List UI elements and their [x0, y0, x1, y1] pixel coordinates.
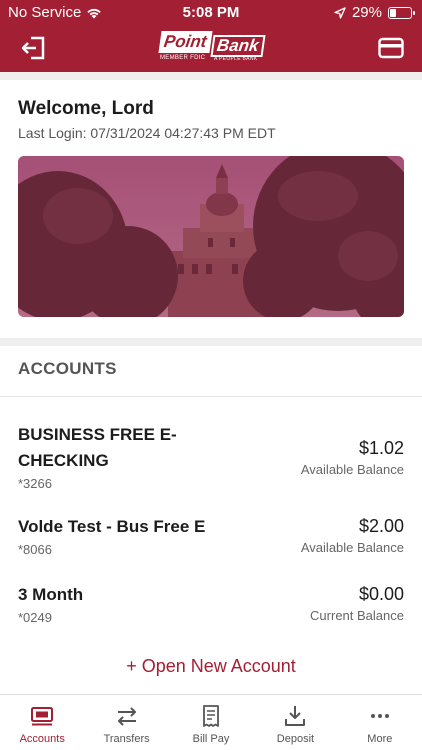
accounts-icon — [31, 707, 54, 726]
tab-label: Accounts — [19, 733, 65, 745]
account-name-line1: BUSINESS FREE E- — [18, 425, 177, 444]
app-header: Point Bank MEMBER FDIC A PEOPLE BANK — [0, 24, 422, 72]
last-login-text: Last Login: 07/31/2024 04:27:43 PM EDT — [18, 125, 276, 141]
status-bar: No Service 5:08 PM 29% — [0, 0, 422, 24]
account-name-line2: CHECKING — [18, 451, 109, 470]
account-row-business-checking[interactable]: BUSINESS FREE E- CHECKING *3266 $1.02 Av… — [18, 422, 404, 492]
welcome-card: Welcome, Lord Last Login: 07/31/2024 04:… — [0, 80, 422, 338]
logo-tagline: A PEOPLE BANK — [214, 56, 258, 62]
tab-accounts[interactable]: Accounts — [0, 695, 84, 750]
bank-logo: Point Bank MEMBER FDIC A PEOPLE BANK — [158, 31, 266, 65]
credit-card-icon[interactable] — [378, 37, 404, 59]
location-arrow-icon — [334, 6, 346, 19]
accounts-heading: ACCOUNTS — [18, 359, 117, 378]
divider — [0, 396, 422, 397]
more-icon — [370, 714, 389, 718]
courthouse-banner-image — [18, 156, 404, 317]
open-new-account-link[interactable]: + Open New Account — [0, 656, 422, 677]
account-balance-amount: $1.02 — [358, 438, 404, 458]
tab-deposit[interactable]: Deposit — [253, 695, 337, 750]
tab-bill-pay[interactable]: Bill Pay — [169, 695, 253, 750]
logo-point-text: Point — [158, 31, 213, 53]
bottom-tab-bar: Accounts Transfers Bill Pay Deposit More — [0, 694, 422, 750]
account-row-volde-test[interactable]: Volde Test - Bus Free E *8066 $2.00 Avai… — [18, 514, 404, 564]
welcome-title: Welcome, Lord — [18, 98, 154, 119]
tab-more[interactable]: More — [338, 695, 422, 750]
tab-label: Transfers — [103, 733, 150, 745]
deposit-icon — [285, 706, 306, 726]
account-balance-amount: $0.00 — [358, 584, 404, 604]
accounts-card: ACCOUNTS BUSINESS FREE E- CHECKING *3266… — [0, 346, 422, 694]
account-row-3-month[interactable]: 3 Month *0249 $0.00 Current Balance — [18, 582, 404, 632]
account-balance-label: Available Balance — [300, 462, 404, 477]
bill-icon — [203, 705, 219, 727]
account-balance-label: Available Balance — [300, 540, 404, 555]
battery-icon — [388, 6, 415, 19]
account-balance-label: Current Balance — [310, 608, 404, 623]
battery-percent: 29% — [351, 4, 382, 21]
logo-bank-text: Bank — [210, 35, 266, 57]
tab-label: Deposit — [276, 733, 315, 745]
logo-fdic-text: MEMBER FDIC — [160, 55, 206, 61]
account-number: *3266 — [18, 476, 52, 491]
tab-label: Bill Pay — [192, 733, 230, 745]
logout-icon[interactable] — [20, 35, 46, 61]
tab-transfers[interactable]: Transfers — [84, 695, 168, 750]
account-balance-amount: $2.00 — [358, 516, 404, 536]
tab-label: More — [367, 733, 393, 745]
transfer-icon — [117, 707, 136, 726]
